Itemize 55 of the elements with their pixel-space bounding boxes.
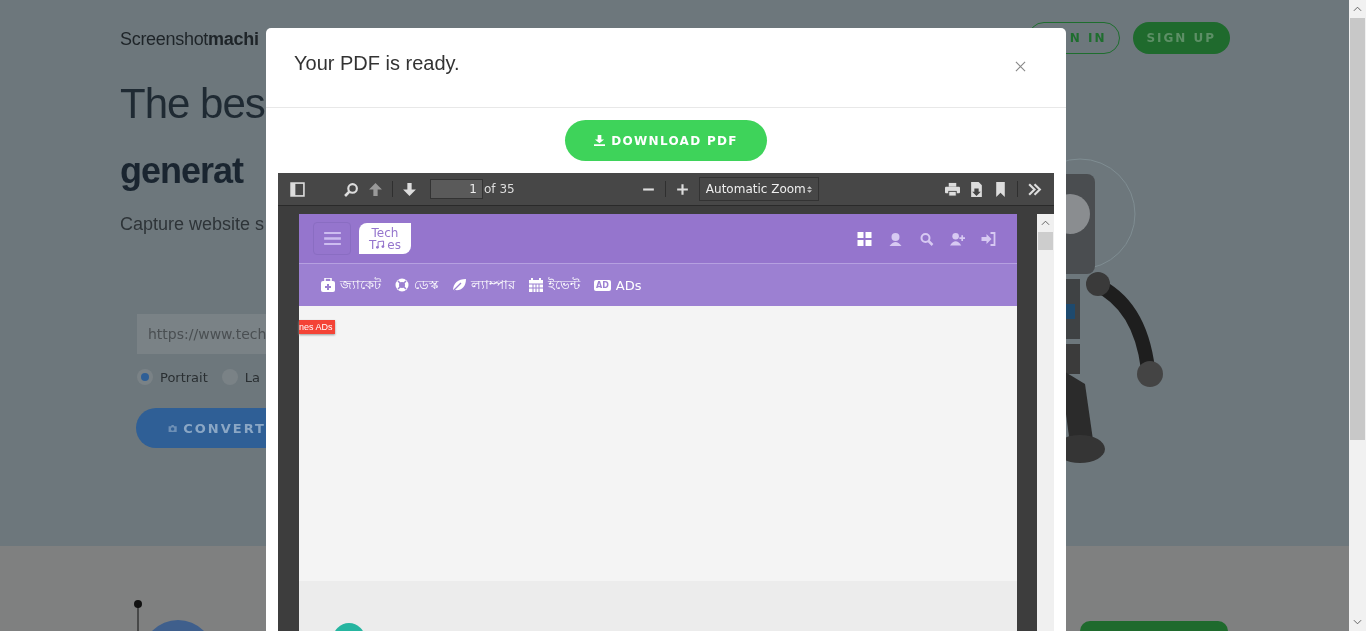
sidebar-toggle-icon[interactable]: [290, 181, 305, 197]
download-icon[interactable]: [969, 181, 984, 197]
zoom-in-icon[interactable]: [674, 181, 690, 197]
grid-icon[interactable]: [857, 231, 872, 246]
category-link[interactable]: জ্যাকেট: [340, 274, 381, 296]
category-link[interactable]: ADs: [615, 277, 642, 293]
close-icon[interactable]: [1015, 61, 1026, 72]
print-icon[interactable]: [945, 181, 960, 197]
category-link[interactable]: ইভেন্ট: [548, 274, 580, 296]
leaf-icon: [452, 278, 466, 292]
convert-button[interactable]: CONVERT: [136, 408, 266, 448]
menu-button[interactable]: [313, 222, 351, 255]
ad-badge: AD: [594, 279, 611, 291]
scrollbar-thumb[interactable]: [1038, 232, 1053, 250]
ads-tag: nes ADs: [299, 320, 335, 334]
logo-text: T: [369, 238, 377, 251]
hero-heading: generat: [120, 150, 244, 192]
viewer-scrollbar[interactable]: [1037, 214, 1054, 631]
download-button[interactable]: DOWNLOAD PDF: [565, 120, 767, 161]
scroll-up-icon[interactable]: [1041, 220, 1050, 226]
logo[interactable]: Screenshotmachi: [120, 29, 259, 50]
user-icon[interactable]: [888, 231, 903, 246]
radio-label[interactable]: Portrait: [160, 369, 208, 385]
page-number-field[interactable]: 1: [430, 179, 483, 199]
hero-heading: The bes: [120, 80, 265, 128]
page-count: of 35: [484, 182, 515, 196]
scroll-down-icon[interactable]: [1353, 619, 1362, 625]
category-link[interactable]: ডেস্ক: [414, 274, 438, 296]
medkit-icon: [321, 278, 335, 292]
chevrons-right-icon[interactable]: [1027, 181, 1042, 197]
search-icon[interactable]: [344, 181, 359, 197]
radio-button[interactable]: [137, 369, 153, 385]
hero-subtitle: Capture website s: [120, 214, 265, 235]
zoom-select[interactable]: Automatic Zoom: [698, 177, 819, 201]
category-link[interactable]: ল্যাম্পার: [471, 274, 515, 296]
download-icon: [594, 135, 606, 146]
arrow-down-icon[interactable]: [402, 181, 417, 197]
bookmark-icon[interactable]: [993, 181, 1008, 197]
modal-title: Your PDF is ready.: [294, 52, 460, 75]
sign-up-button[interactable]: SIGN UP: [1132, 22, 1230, 54]
logo-text: es: [387, 238, 401, 251]
logo-text: Tech: [371, 226, 399, 239]
calendar-icon: [529, 278, 543, 292]
lifebuoy-icon: [395, 278, 409, 292]
sign-in-icon[interactable]: [981, 231, 996, 246]
menu-icon: [323, 232, 341, 245]
pill-button[interactable]: [1080, 621, 1228, 631]
arrow-up-icon[interactable]: [368, 181, 383, 197]
radio-label[interactable]: La: [244, 369, 260, 385]
scroll-up-icon[interactable]: [1353, 6, 1362, 12]
select-arrows-icon: [806, 184, 812, 194]
page-scrollbar[interactable]: [1349, 0, 1366, 631]
site-logo[interactable]: Tech T es: [359, 223, 411, 254]
add-user-icon[interactable]: [950, 231, 965, 246]
scrollbar-thumb[interactable]: [1350, 18, 1365, 440]
